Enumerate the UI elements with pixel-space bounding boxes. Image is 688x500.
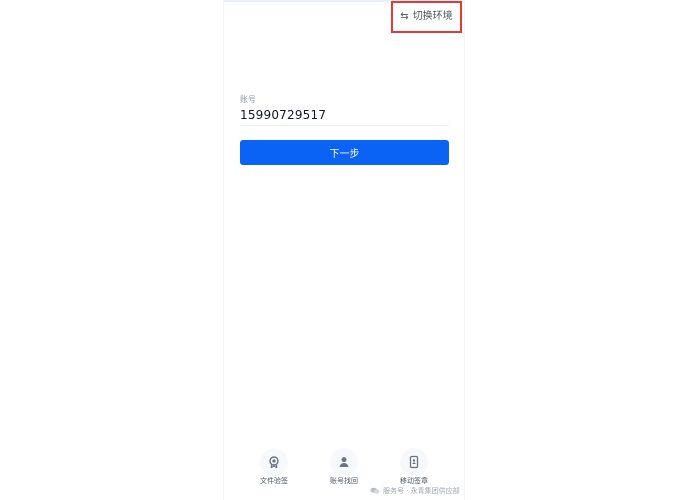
- next-step-button[interactable]: 下一步: [240, 140, 449, 165]
- watermark: 服务号 · 永青集团供应部: [370, 486, 460, 496]
- badge-icon: [269, 456, 279, 469]
- swap-icon: ⇆: [400, 11, 409, 22]
- nav-label-mobile-signature: 移动签章: [400, 477, 428, 485]
- wechat-icon: [370, 487, 380, 494]
- badge-icon-container: [260, 448, 288, 476]
- app-screen: ⇆ 切换环境 账号 15990729517 下一步 文件验签 账号找回 移动签章…: [0, 0, 688, 500]
- nav-account-recovery[interactable]: 账号找回: [316, 448, 372, 492]
- watermark-text: 服务号 · 永青集团供应部: [383, 487, 460, 495]
- nav-label-account-recovery: 账号找回: [330, 477, 358, 485]
- nav-label-file-verify: 文件验签: [260, 477, 288, 485]
- device-icon: [409, 455, 419, 469]
- user-icon: [339, 457, 349, 467]
- user-icon-container: [330, 448, 358, 476]
- phone-viewport: ⇆ 切换环境 账号 15990729517 下一步 文件验签 账号找回 移动签章…: [223, 0, 465, 500]
- nav-file-verify[interactable]: 文件验签: [246, 448, 302, 492]
- account-input[interactable]: 15990729517: [240, 108, 326, 122]
- switch-environment-button[interactable]: ⇆ 切换环境: [391, 1, 462, 33]
- account-label: 账号: [240, 95, 256, 104]
- device-icon-container: [400, 448, 428, 476]
- account-divider: [240, 125, 449, 126]
- switch-environment-label: 切换环境: [412, 11, 453, 22]
